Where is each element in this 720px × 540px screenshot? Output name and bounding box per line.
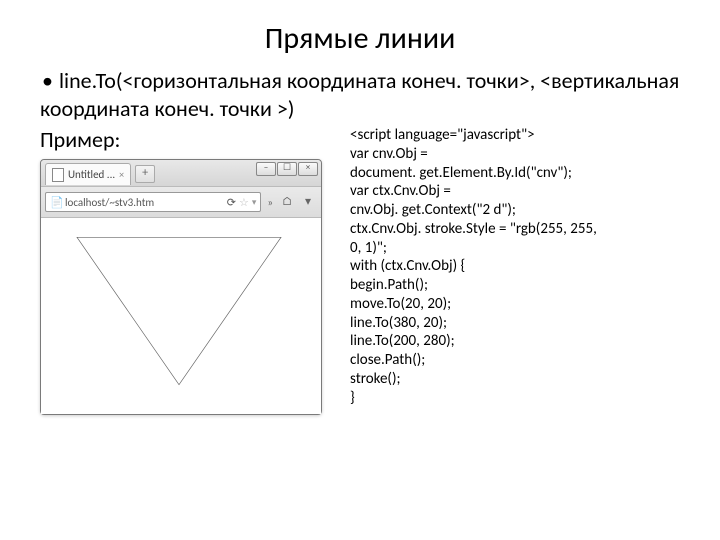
history-dropdown-icon[interactable]: ▾ [252, 197, 257, 208]
canvas-drawing [49, 226, 309, 396]
code-line: line.To(200, 280); [350, 332, 680, 351]
syntax-text: line.To(<горизонтальная координата конеч… [40, 67, 679, 122]
site-icon: 📄 [50, 196, 62, 208]
url-field[interactable]: 📄 localhost/~stv3.htm ⟳ ☆ ▾ [45, 192, 261, 212]
page-content [41, 218, 321, 414]
window-close-button[interactable]: × [298, 162, 318, 176]
url-bar: 📄 localhost/~stv3.htm ⟳ ☆ ▾ » ⌂ ▾ [41, 187, 321, 218]
code-line: ctx.Cnv.Obj. stroke.Style = "rgb(255, 25… [350, 220, 680, 239]
code-block: <script language="javascript"> var cnv.O… [350, 126, 680, 415]
example-label: Пример: [40, 126, 340, 153]
code-line: 0, 1)"; [350, 239, 680, 258]
code-line: stroke(); [350, 370, 680, 389]
nav-dropdown-icon[interactable]: ▾ [299, 193, 317, 211]
bullet-dot: • [42, 67, 53, 94]
code-line: with (ctx.Cnv.Obj) { [350, 257, 680, 276]
code-line: line.To(380, 20); [350, 314, 680, 333]
code-line: begin.Path(); [350, 276, 680, 295]
reload-icon[interactable]: ⟳ [227, 196, 236, 209]
code-line: document. get.Element.By.Id("cnv"); [350, 164, 680, 183]
browser-window: Untitled ... × + – ☐ × 📄 localhost/~stv3… [40, 159, 322, 415]
window-minimize-button[interactable]: – [256, 162, 276, 176]
code-line: move.To(20, 20); [350, 295, 680, 314]
tab-title: Untitled ... [68, 168, 115, 181]
page-title: Прямые линии [40, 20, 680, 57]
window-maximize-button[interactable]: ☐ [277, 162, 297, 176]
code-line: <script language="javascript"> [350, 126, 680, 145]
code-line: var ctx.Cnv.Obj = [350, 182, 680, 201]
url-text: localhost/~stv3.htm [65, 196, 154, 209]
tab-bar: Untitled ... × + – ☐ × [41, 160, 321, 187]
home-icon[interactable]: ⌂ [279, 194, 295, 210]
overflow-icon[interactable]: » [265, 196, 275, 209]
code-line: } [350, 389, 680, 408]
code-line: close.Path(); [350, 351, 680, 370]
bookmark-icon[interactable]: ☆ [239, 196, 249, 209]
tab-close-icon[interactable]: × [119, 168, 124, 181]
page-icon [52, 168, 64, 182]
new-tab-button[interactable]: + [135, 165, 155, 183]
code-line: cnv.Obj. get.Context("2 d"); [350, 201, 680, 220]
syntax-bullet: •line.To(<горизонтальная координата коне… [40, 67, 680, 122]
browser-tab[interactable]: Untitled ... × [45, 163, 131, 185]
code-line: var cnv.Obj = [350, 145, 680, 164]
